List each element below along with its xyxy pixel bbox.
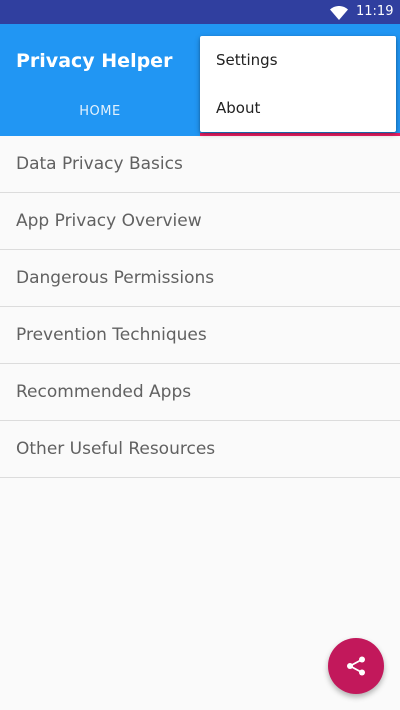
wifi-icon bbox=[330, 5, 348, 24]
topic-list: Data Privacy Basics App Privacy Overview… bbox=[0, 136, 400, 478]
list-item-prevention-techniques[interactable]: Prevention Techniques bbox=[0, 307, 400, 364]
share-button[interactable] bbox=[328, 638, 384, 694]
list-item-other-useful-resources[interactable]: Other Useful Resources bbox=[0, 421, 400, 478]
list-item-data-privacy-basics[interactable]: Data Privacy Basics bbox=[0, 136, 400, 193]
tab-home[interactable]: HOME bbox=[0, 88, 200, 136]
status-bar: 11:19 bbox=[0, 0, 400, 24]
menu-item-settings[interactable]: Settings bbox=[200, 36, 396, 84]
list-item-app-privacy-overview[interactable]: App Privacy Overview bbox=[0, 193, 400, 250]
status-time: 11:19 bbox=[356, 4, 394, 19]
app-title: Privacy Helper bbox=[16, 50, 173, 72]
menu-item-about[interactable]: About bbox=[200, 84, 396, 132]
overflow-menu: Settings About bbox=[200, 36, 396, 132]
list-item-dangerous-permissions[interactable]: Dangerous Permissions bbox=[0, 250, 400, 307]
list-item-recommended-apps[interactable]: Recommended Apps bbox=[0, 364, 400, 421]
